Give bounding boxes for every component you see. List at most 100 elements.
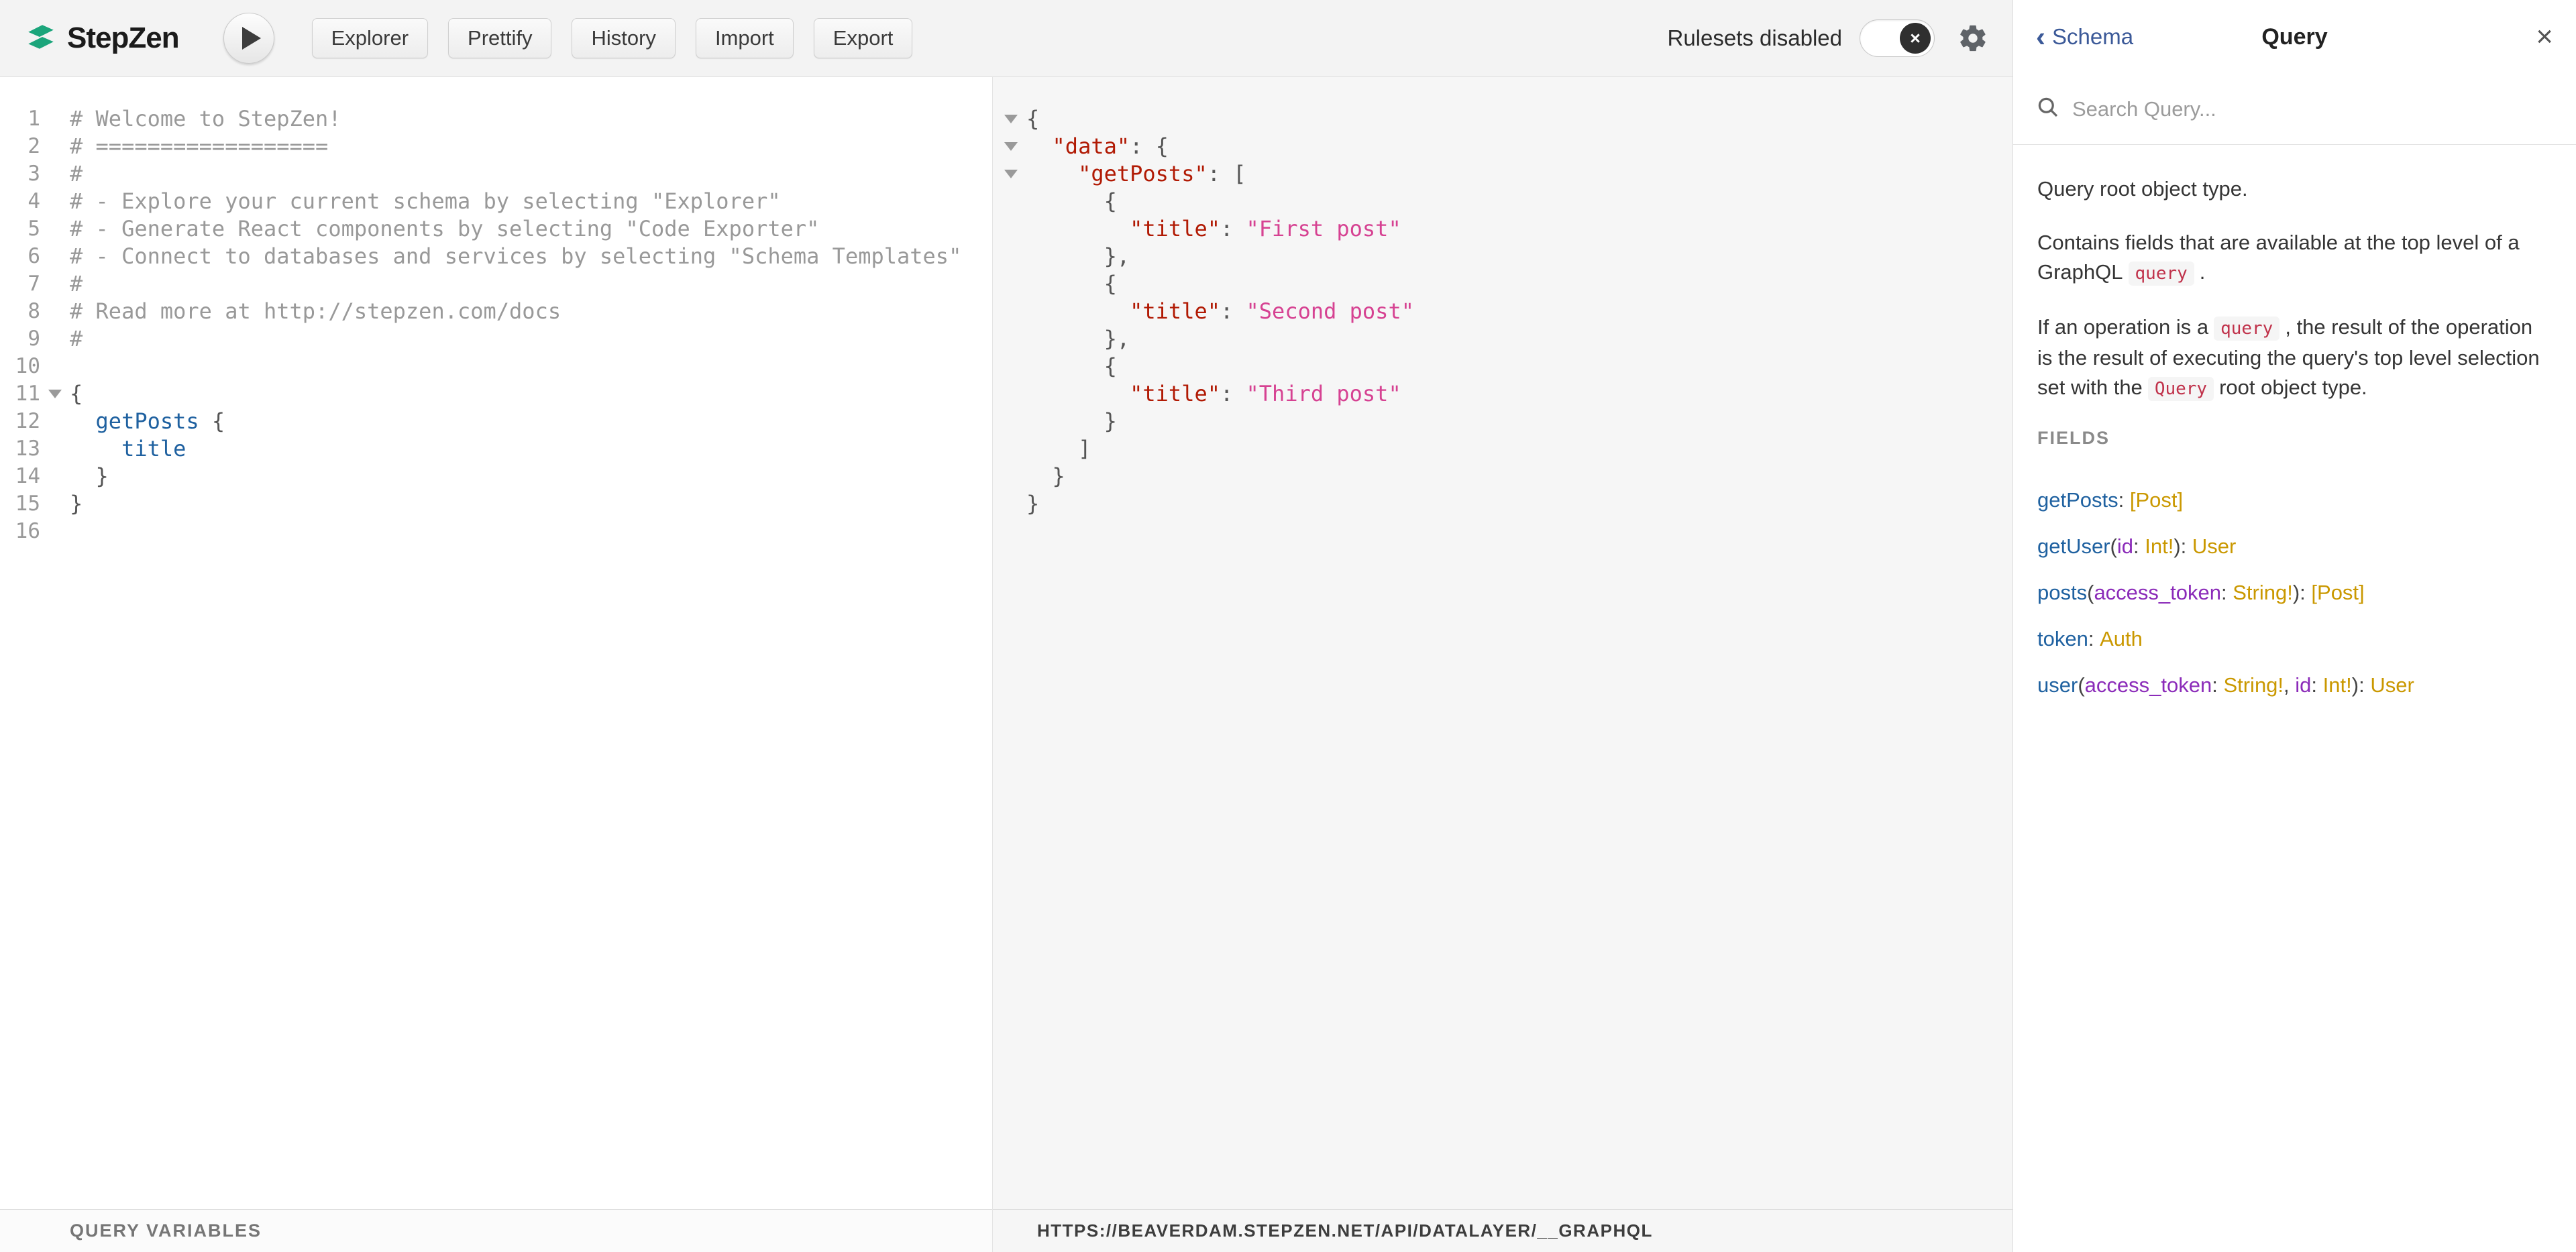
code-line: 1 # Welcome to StepZen! — [0, 105, 992, 133]
token-type[interactable]: String! — [2233, 581, 2293, 605]
token-plain — [1026, 381, 1130, 406]
token-key: "title" — [1130, 298, 1220, 324]
code-line: 4 # - Explore your current schema by sele… — [0, 188, 992, 215]
token-comment: # — [70, 271, 83, 296]
code-line: 14 } — [0, 463, 992, 490]
endpoint-url-bar: HTTPS://BEAVERDAM.STEPZEN.NET/API/DATALA… — [993, 1209, 2012, 1252]
token-punct: { — [1026, 106, 1039, 131]
token-field[interactable]: getPosts — [2037, 488, 2118, 512]
token-type[interactable]: String! — [2223, 673, 2284, 697]
token-punct: { — [199, 408, 225, 434]
token-punct: } — [1026, 491, 1039, 516]
query-editor[interactable]: 1# Welcome to StepZen!2# ===============… — [0, 77, 992, 545]
line-number: 2 — [0, 133, 40, 160]
line-number: 6 — [0, 243, 40, 270]
code-text: title — [70, 435, 186, 463]
code-line: } — [993, 463, 2012, 490]
main-area: StepZen Explorer Prettify History Import Exp… — [0, 0, 2012, 1252]
code-text: }, — [1026, 243, 1130, 270]
code-text: { — [1026, 353, 1117, 380]
token-punct: : — [1220, 381, 1246, 406]
brand: StepZen — [24, 20, 179, 57]
token-type[interactable]: Int! — [2145, 534, 2174, 559]
settings-gear-icon[interactable] — [1957, 23, 1988, 54]
toolbar-button-export[interactable]: Export — [814, 18, 913, 58]
docs-back-link[interactable]: ‹ Schema — [2036, 24, 2133, 50]
token-field[interactable]: posts — [2037, 581, 2087, 605]
gutter-cell — [996, 105, 1026, 133]
token-punct: : — [1220, 216, 1246, 241]
line-number: 4 — [0, 188, 40, 215]
token-punct: } — [1026, 408, 1117, 434]
token-plain: : — [2118, 488, 2130, 512]
gutter-cell — [996, 408, 1026, 435]
fold-toggle-icon[interactable] — [1004, 142, 1018, 151]
toolbar-button-history[interactable]: History — [572, 18, 675, 58]
token-type[interactable]: User — [2370, 673, 2414, 697]
line-number: 10 — [0, 353, 40, 380]
token-key: "data" — [1053, 133, 1130, 159]
token-plain: ): — [2352, 673, 2371, 697]
gutter-cell — [40, 380, 70, 408]
docs-fields-list: getPosts: [Post]getUser(id: Int!): Userp… — [2037, 477, 2552, 708]
code-text: # - Explore your current schema by selec… — [70, 188, 781, 215]
code-line: 16 — [0, 518, 992, 545]
docs-close-icon[interactable]: × — [2536, 23, 2553, 50]
fold-toggle-icon[interactable] — [48, 390, 62, 398]
fold-toggle-icon[interactable] — [1004, 115, 1018, 123]
line-number: 15 — [0, 490, 40, 518]
token-plain: : — [2311, 673, 2322, 697]
token-comment: # — [70, 326, 83, 351]
line-number: 14 — [0, 463, 40, 490]
token-type[interactable]: [Post] — [2311, 581, 2364, 605]
gutter-cell — [996, 380, 1026, 408]
brand-text: StepZen — [67, 21, 179, 55]
code-line: 15} — [0, 490, 992, 518]
token-field[interactable]: token — [2037, 627, 2088, 651]
token-plain: ( — [2087, 581, 2094, 605]
query-variables-bar[interactable]: QUERY VARIABLES — [0, 1209, 992, 1252]
code-text: "getPosts": [ — [1026, 160, 1246, 188]
code-text: } — [70, 463, 109, 490]
rulesets-toggle[interactable]: × — [1860, 19, 1935, 57]
token-plain: ( — [2078, 673, 2084, 697]
token-comment: # Welcome to StepZen! — [70, 106, 341, 131]
token-plain — [1026, 216, 1130, 241]
token-type[interactable]: Int! — [2323, 673, 2352, 697]
code-line: 7# — [0, 270, 992, 298]
line-number: 1 — [0, 105, 40, 133]
token-punct: { — [1026, 353, 1117, 379]
token-comment: # - Generate React components by selecti… — [70, 216, 819, 241]
token-plain: , — [2284, 673, 2295, 697]
code-line: 11{ — [0, 380, 992, 408]
docs-text: If an operation is a — [2037, 315, 2208, 339]
token-punct: { — [1026, 188, 1117, 214]
token-type[interactable]: [Post] — [2130, 488, 2183, 512]
doc-field-row: posts(access_token: String!): [Post] — [2037, 569, 2552, 616]
token-field[interactable]: getUser — [2037, 534, 2110, 559]
token-punct: : [ — [1208, 161, 1246, 186]
token-plain: : — [2088, 627, 2100, 651]
line-number: 16 — [0, 518, 40, 545]
toolbar-button-import[interactable]: Import — [696, 18, 794, 58]
code-line: }, — [993, 325, 2012, 353]
docs-search-input[interactable] — [2072, 97, 2488, 121]
toolbar-button-explorer[interactable]: Explorer — [312, 18, 428, 58]
token-string: "First post" — [1246, 216, 1401, 241]
token-string: "Third post" — [1246, 381, 1401, 406]
token-type[interactable]: Auth — [2100, 627, 2143, 651]
docs-header: ‹ Schema Query × — [2013, 0, 2576, 74]
token-key: "title" — [1130, 381, 1220, 406]
query-editor-pane: 1# Welcome to StepZen!2# ===============… — [0, 77, 993, 1252]
fold-toggle-icon[interactable] — [1004, 170, 1018, 178]
token-punct: : { — [1130, 133, 1169, 159]
search-icon — [2036, 95, 2060, 123]
token-punct: { — [1026, 271, 1117, 296]
execute-query-button[interactable] — [223, 13, 274, 64]
token-plain: ): — [2174, 534, 2192, 559]
token-field[interactable]: user — [2037, 673, 2078, 697]
token-type[interactable]: User — [2192, 534, 2236, 559]
toolbar-button-prettify[interactable]: Prettify — [448, 18, 551, 58]
code-line: 3# — [0, 160, 992, 188]
code-text: { — [70, 380, 83, 408]
